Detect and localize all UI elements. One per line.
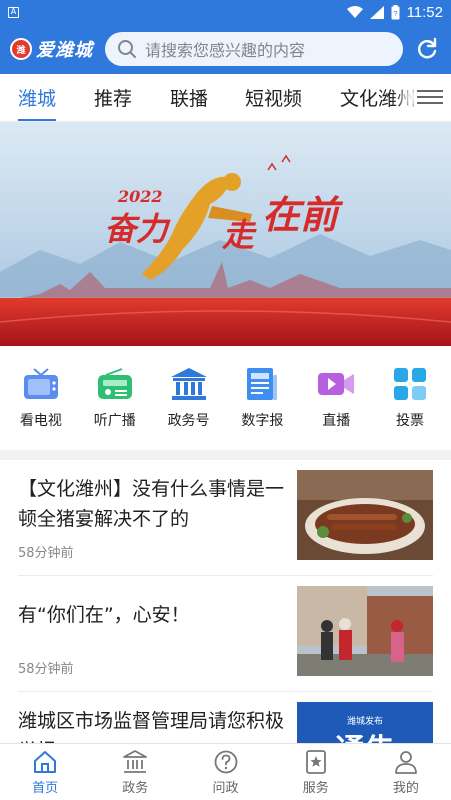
menu-icon — [417, 90, 443, 92]
wifi-icon — [346, 5, 363, 18]
news-thumbnail — [297, 586, 433, 676]
nav-label: 政务 — [122, 780, 149, 796]
news-item[interactable]: 有“你们在”，心安！ 58分钟前 — [18, 576, 433, 692]
quick-link-label: 政务号 — [167, 413, 210, 429]
battery-icon: ? — [391, 4, 400, 19]
app-header: 潍 爱潍城 请搜索您感兴趣的内容 — [0, 24, 451, 74]
refresh-button[interactable] — [413, 35, 441, 63]
government-building-icon — [170, 368, 207, 400]
news-title: 【文化潍州】没有什么事情是一顿全猪宴解决不了的 — [18, 478, 285, 530]
government-icon — [123, 749, 148, 773]
quick-link-radio[interactable]: 听广播 — [84, 366, 146, 430]
newspaper-icon — [247, 368, 278, 400]
profile-icon — [395, 750, 417, 774]
banner-slogan-3: 在前 — [262, 193, 344, 237]
news-title: 有“你们在”，心安！ — [18, 604, 190, 626]
quick-links: 看电视 听广播 政务号 数字报 直播 投票 — [0, 346, 451, 450]
news-thumbnail — [297, 470, 433, 560]
clock: 11:52 — [406, 3, 443, 21]
quick-link-label: 直播 — [322, 413, 351, 429]
nav-home[interactable]: 首页 — [0, 744, 90, 800]
app-screen: A ? 11:52 潍 爱潍城 请搜索您感兴趣的内容 潍城 推荐 联播 短视频 … — [0, 0, 451, 800]
quick-link-live[interactable]: 直播 — [305, 366, 367, 430]
channel-tabs: 潍城 推荐 联播 短视频 文化潍州 — [0, 74, 451, 122]
nav-mine[interactable]: 我的 — [361, 744, 451, 800]
nav-label: 服务 — [302, 780, 329, 796]
quick-link-digital-paper[interactable]: 数字报 — [231, 366, 293, 430]
search-icon — [118, 40, 136, 58]
tab-culture-weizhou[interactable]: 文化潍州 — [340, 74, 416, 122]
home-icon — [34, 750, 57, 773]
quick-link-label: 看电视 — [19, 413, 62, 429]
news-item[interactable]: 潍城区市场监督管理局请您积极举报 潍城发布通告 — [18, 692, 433, 743]
tab-weicheng[interactable]: 潍城 — [18, 74, 57, 122]
quick-link-label: 数字报 — [241, 413, 284, 429]
video-camera-icon — [318, 373, 355, 395]
banner-image: 2022 奋力 走 在前 — [0, 122, 451, 346]
quick-link-vote[interactable]: 投票 — [379, 366, 441, 430]
app-logo[interactable]: 潍 爱潍城 — [10, 36, 93, 62]
banner-year: 2022 — [117, 187, 163, 206]
nav-service[interactable]: 服务 — [271, 744, 361, 800]
radio-icon — [97, 368, 132, 399]
tab-menu-button[interactable] — [417, 86, 443, 108]
banner-slogan-1: 奋力 — [104, 210, 171, 248]
tab-broadcast[interactable]: 联播 — [170, 74, 208, 122]
bottom-navigation: 首页 政务 问政 服务 我的 — [0, 743, 451, 800]
search-placeholder: 请搜索您感兴趣的内容 — [145, 41, 306, 60]
news-list: 【文化潍州】没有什么事情是一顿全猪宴解决不了的 58分钟前 有“你们在”，心安！… — [0, 460, 451, 743]
search-input[interactable]: 请搜索您感兴趣的内容 — [105, 32, 403, 66]
nav-government[interactable]: 政务 — [90, 744, 180, 800]
hero-banner[interactable]: 2022 奋力 走 在前 — [0, 122, 451, 346]
quick-link-label: 投票 — [396, 413, 425, 429]
nav-label: 问政 — [212, 780, 239, 796]
tab-recommend[interactable]: 推荐 — [94, 74, 132, 122]
tv-icon — [23, 368, 58, 399]
news-thumbnail: 潍城发布通告 — [297, 702, 433, 743]
news-item[interactable]: 【文化潍州】没有什么事情是一顿全猪宴解决不了的 58分钟前 — [18, 460, 433, 576]
logo-text: 爱潍城 — [36, 40, 93, 61]
thumb-caption: 潍城发布 — [347, 715, 383, 727]
signal-icon — [369, 5, 384, 19]
notification-icon: A — [8, 6, 19, 18]
news-title: 潍城区市场监督管理局请您积极举报 — [18, 710, 285, 743]
nav-inquiry[interactable]: 问政 — [180, 744, 270, 800]
nav-label: 我的 — [392, 780, 419, 796]
status-bar: A ? 11:52 — [0, 0, 451, 24]
question-icon — [214, 750, 237, 773]
logo-badge: 潍 — [10, 38, 32, 60]
news-time: 58分钟前 — [18, 546, 74, 561]
nav-label: 首页 — [32, 780, 59, 796]
thumb-headline: 通告 — [335, 733, 395, 743]
section-divider — [0, 450, 451, 460]
svg-text:?: ? — [393, 11, 397, 18]
refresh-icon — [418, 37, 437, 59]
news-time: 58分钟前 — [18, 662, 74, 677]
quick-link-tv[interactable]: 看电视 — [10, 366, 72, 430]
tab-short-video[interactable]: 短视频 — [245, 74, 302, 122]
quick-link-government[interactable]: 政务号 — [158, 366, 220, 430]
quick-link-label: 听广播 — [93, 413, 136, 429]
service-star-icon — [305, 749, 326, 774]
grid-icon — [394, 368, 427, 400]
banner-slogan-2: 走 — [221, 216, 257, 254]
